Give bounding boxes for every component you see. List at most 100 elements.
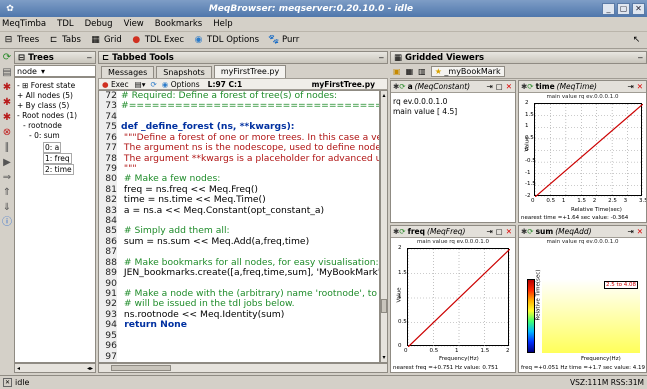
save-icon: ▤ [134,79,142,89]
menu-bookmarks[interactable]: Bookmarks [155,19,203,29]
code-line[interactable]: 77 The argument ns is the nodescope, use… [99,142,379,153]
save-icon[interactable]: ▤ [1,67,13,79]
tree-item-forest-state[interactable]: - ⊞ Forest state [17,81,75,90]
code-line[interactable]: 89 JEN_bookmarks.create([a,freq,time,sum… [99,267,379,278]
maximize-button[interactable]: ▢ [617,2,630,15]
step-icon[interactable]: ▶ [1,157,13,169]
code-line[interactable]: 83 a = ns.a << Meq.Constant(opt_constant… [99,205,379,216]
tree-item-freq[interactable]: 1: freq [43,153,72,164]
code-line[interactable]: 86 sum = ns.sum << Meq.Add(a,freq,time) [99,236,379,247]
tree-item-rootnode[interactable]: - rootnode [23,121,62,130]
code-editor[interactable]: 72 # Required: Define a forest of tree(s)… [98,90,380,363]
bug-icon[interactable]: ✱ [1,97,13,109]
float-icon[interactable]: ⇥ [627,227,633,236]
scroll-right-icon[interactable]: ◂▸ [87,365,93,372]
refresh-icon[interactable]: ⟳ [150,80,156,89]
menu-help[interactable]: Help [213,19,232,29]
time-plot[interactable] [534,103,643,197]
refresh-icon[interactable]: ⟳ [527,227,533,236]
viewer-cell-time[interactable]: ✱ ⟳ time (MeqTime) ⇥ ✕ main value rq ev.0.0… [518,80,647,223]
stop-icon[interactable]: ⊗ [1,127,13,139]
grid-button[interactable]: ▦ Grid [90,35,122,46]
tree-item-root-nodes[interactable]: - Root nodes (1) [17,111,77,120]
close-icon[interactable]: ‒ [87,53,92,63]
close-icon[interactable]: ✕ [637,227,643,236]
scroll-up-icon[interactable]: ▴ [381,92,387,99]
code-line[interactable]: 94 return None [99,319,379,330]
close-icon[interactable]: ✕ [506,227,512,236]
tabs-button[interactable]: ⊏ Tabs [48,35,81,46]
exec-icon: ● [132,34,141,45]
restore-icon[interactable]: ▢ [496,82,503,91]
tree-view-selector[interactable]: node ▾ [14,65,96,77]
refresh-icon[interactable]: ⟳ [527,82,533,91]
tree-item-time[interactable]: 2: time [43,164,74,175]
close-icon[interactable]: ✕ [637,82,643,91]
up-icon[interactable]: ⇑ [1,187,13,199]
exec-button[interactable]: ● Exec [102,80,129,89]
save-menu-button[interactable]: ▤▾ [135,80,146,89]
close-button[interactable]: ✕ [632,2,645,15]
editor-horizontal-scrollbar[interactable] [98,363,388,373]
viewer-cell-freq[interactable]: ✱ ⟳ freq (MeqFreq) ⇥ ▢ ✕ main value rq ev.0.… [390,225,516,373]
refresh-icon[interactable]: ⟳ [399,227,405,236]
tab-snapshots[interactable]: Snapshots [156,66,212,78]
next-icon[interactable]: ⇒ [1,172,13,184]
tree-item-by-class[interactable]: + By class (5) [17,101,69,110]
window-menu-icon[interactable]: ✿ [4,3,16,15]
tree-horizontal-scrollbar[interactable]: ◂ ◂▸ [14,363,96,373]
float-icon[interactable]: ⇥ [627,82,633,91]
purr-button[interactable]: 🐾 Purr [268,35,299,46]
options-button[interactable]: ◉ Options [162,80,200,89]
code-line[interactable]: 96 [99,340,379,351]
menu-meqtimba[interactable]: MeqTimba [2,19,46,29]
close-icon[interactable]: ‒ [638,53,643,63]
code-line[interactable]: 73#=====================================… [99,100,379,111]
code-line[interactable]: 78 The argument **kwargs is a placeholde… [99,153,379,164]
tdl-exec-button[interactable]: ● TDL Exec [131,35,184,46]
grid-layout-icon[interactable]: ▦ [406,67,414,76]
menu-tdl[interactable]: TDL [57,19,73,29]
scrollbar-thumb[interactable] [381,299,387,313]
scroll-down-icon[interactable]: ▾ [381,354,387,361]
tree-item-sum[interactable]: - 0: sum [29,131,60,140]
bookmark-tab[interactable]: ★ _myBookMark [430,66,505,77]
close-icon[interactable]: ‒ [379,53,384,63]
scroll-left-icon[interactable]: ◂ [17,365,20,372]
refresh-icon[interactable]: ⟳ [399,82,405,91]
tree-item-all-nodes[interactable]: + All nodes (5) [17,91,73,100]
bug-icon[interactable]: ✱ [1,82,13,94]
trees-panel-header[interactable]: ⊟ Trees ‒ [14,51,96,64]
restore-icon[interactable]: ▢ [496,227,503,236]
float-icon[interactable]: ⇥ [486,82,492,91]
down-icon[interactable]: ⇓ [1,202,13,214]
editor-vertical-scrollbar[interactable]: ▴ ▾ [380,90,388,363]
grid-layout-icon[interactable]: ▥ [418,67,426,76]
code-line[interactable]: 97 [99,351,379,362]
tab-messages[interactable]: Messages [101,66,155,78]
tabbed-tools-header[interactable]: ⊏ Tabbed Tools ‒ [98,51,388,64]
bug-icon[interactable]: ✱ [1,112,13,124]
menu-view[interactable]: View [124,19,144,29]
trees-button[interactable]: ⊟ Trees [3,35,39,46]
tdl-options-button[interactable]: ◉ TDL Options [193,35,259,46]
tree-view[interactable]: - ⊞ Forest state + All nodes (5) + By cl… [14,77,96,363]
whats-this-button[interactable]: ↖ [631,35,645,46]
sum-heatmap[interactable]: 2.5 to 4.08 [542,279,640,353]
pause-icon[interactable]: ∥ [1,142,13,154]
close-icon[interactable]: ✕ [506,82,512,91]
viewer-cell-a[interactable]: ✱ ⟳ a (MeqConstant) ⇥ ▢ ✕ rq ev.0.0.0.1.0 ma… [390,80,516,223]
menu-debug[interactable]: Debug [85,19,113,29]
freq-plot[interactable] [407,248,510,347]
tree-item-a[interactable]: 0: a [43,142,62,153]
window-titlebar[interactable]: ✿ MeqBrowser: meqserver:0.20.10.0 - idle… [0,0,647,17]
refresh-icon[interactable]: ⟳ [1,52,13,64]
tab-myfirsttree[interactable]: myFirstTree.py [213,65,287,78]
minimize-button[interactable]: _ [602,2,615,15]
code-line[interactable]: 95 [99,330,379,341]
page-icon[interactable]: ▣ [393,67,401,76]
info-icon[interactable]: ⓘ [1,217,13,229]
float-icon[interactable]: ⇥ [486,227,492,236]
scrollbar-thumb[interactable] [111,365,171,371]
gridded-viewers-header[interactable]: ▦ Gridded Viewers ‒ [390,51,647,64]
